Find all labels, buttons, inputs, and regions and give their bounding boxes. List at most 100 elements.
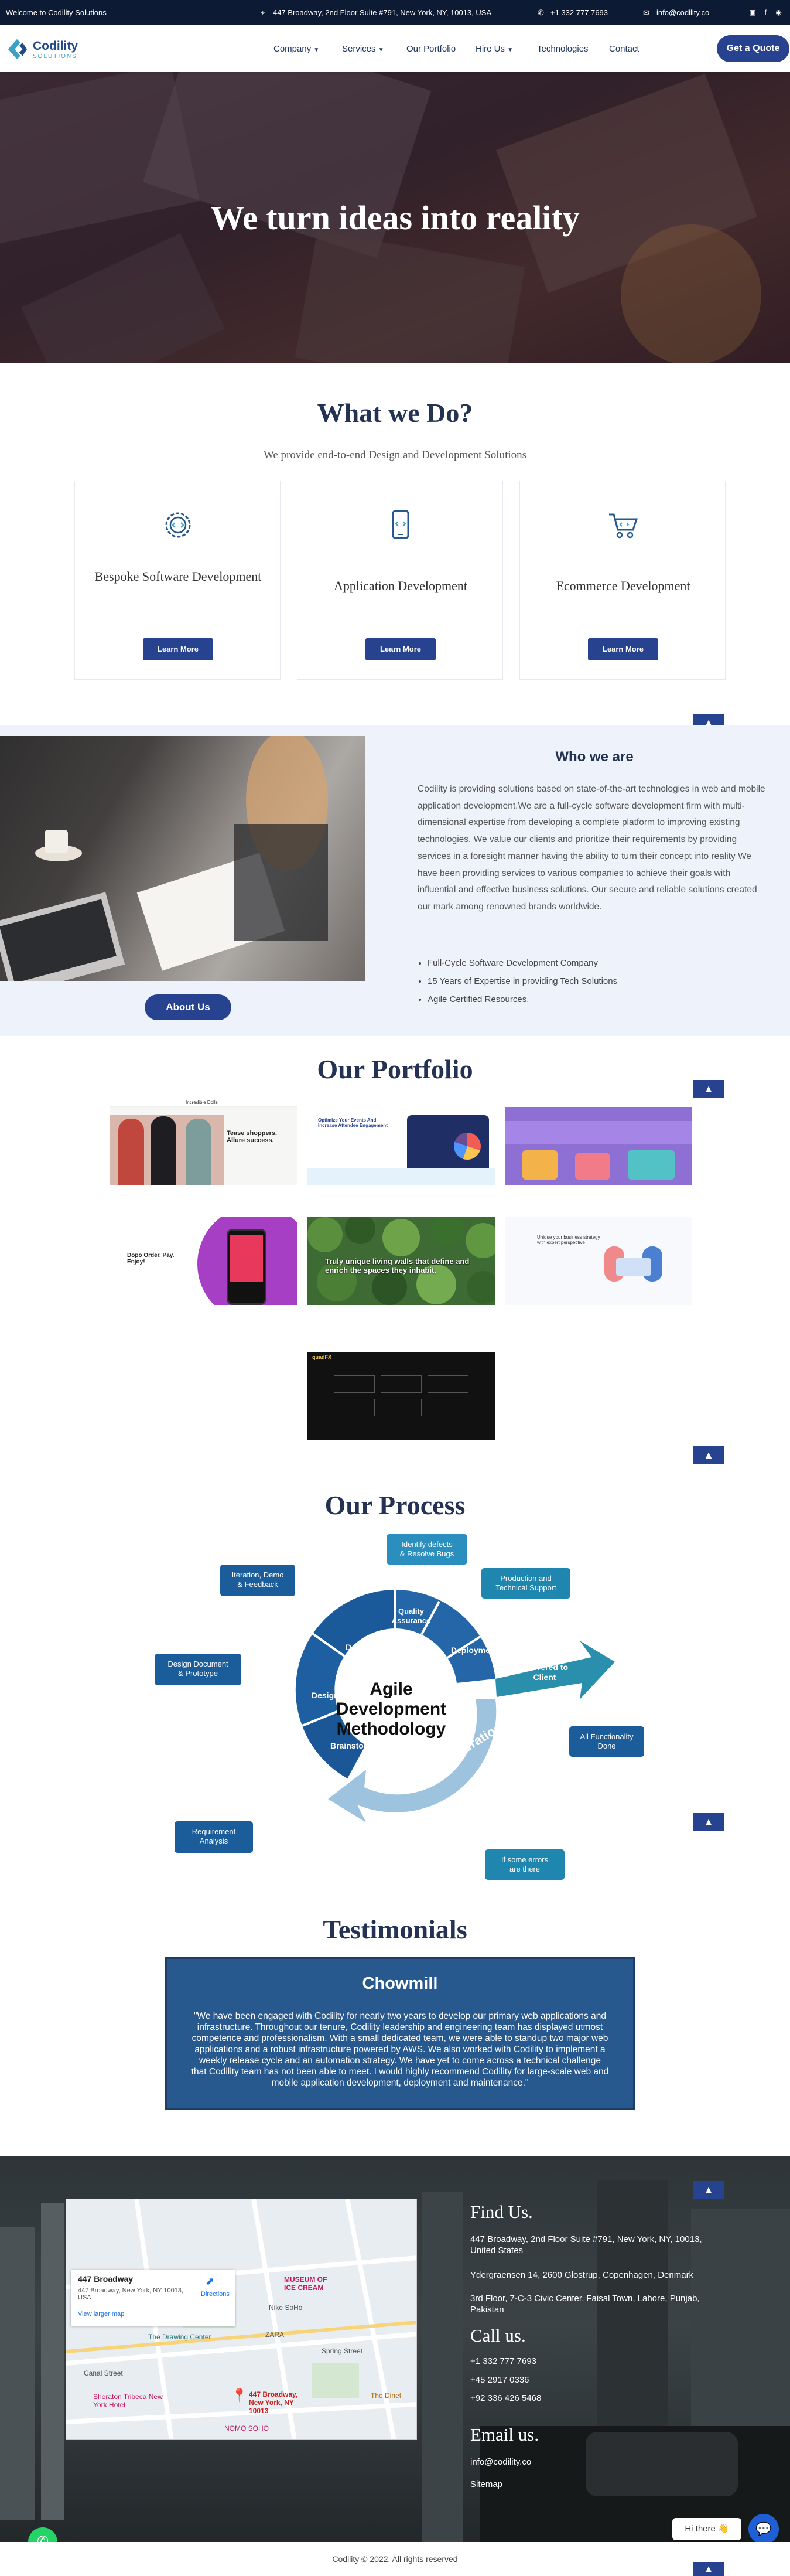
chat-bubble-icon[interactable]: 💬 [748,2514,779,2544]
map-place-address: 447 Broadway, New York, NY 10013, USA [78,2287,183,2301]
learn-more-button[interactable]: Learn More [143,638,213,660]
team-working-photo [0,736,365,981]
segment-development: Development [346,1643,397,1652]
portfolio-item-events[interactable]: Optimize Your Events And Increase Attend… [307,1098,495,1185]
footer-address-2: Ydergraensen 14, 2600 Glostrup, Copenhag… [470,2270,694,2280]
mobile-code-icon [392,510,409,539]
map-label: Sheraton Tribeca New York Hotel [93,2393,163,2409]
chevron-down-icon: ▼ [313,47,320,53]
nav-item-contact[interactable]: Contact [609,44,639,54]
footer-phone-1[interactable]: +1 332 777 7693 [470,2356,722,2367]
segment-deployment: Deployment [451,1645,498,1655]
location-icon: ⌖ [261,8,265,17]
who-we-are-text: Codility is providing solutions based on… [418,784,765,912]
larger-map-link[interactable]: View larger map [78,2311,124,2318]
service-card-application: Application Development Learn More [297,481,503,680]
directions-link[interactable]: Directions [201,2291,230,2298]
copyright-text: Codility © 2022. All rights reserved [332,2554,458,2564]
scroll-up-icon[interactable]: ▲ [693,1446,724,1464]
social-icons[interactable]: ▣ f ◉ ✦ [749,8,790,16]
who-we-are-list: Full-Cycle Software Development Company … [428,954,617,1008]
top-bar: Welcome to Codility Solutions ⌖ 447 Broa… [0,0,790,25]
callout-iteration: Iteration, Demo & Feedback [232,1570,284,1589]
map-label: MUSEUM OF ICE CREAM [284,2275,327,2292]
chevron-down-icon: ▼ [378,47,384,53]
footer-address-1: 447 Broadway, 2nd Floor Suite #791, New … [470,2234,702,2255]
learn-more-button[interactable]: Learn More [588,638,658,660]
service-card-title: Bespoke Software Development [94,569,262,584]
portfolio-item-dolls[interactable]: Incredible Dolls Tease shoppers. Allure … [110,1098,297,1185]
directions-icon[interactable]: ⬈ [206,2275,214,2288]
callout-defects: Identify defects & Resolve Bugs [400,1540,454,1558]
list-item: Agile Certified Resources. [428,990,617,1008]
email-link[interactable]: info@codility.co [656,8,709,17]
chat-greeting[interactable]: Hi there 👋 [672,2518,741,2540]
logo-mark-icon [8,39,28,60]
get-quote-button[interactable]: Get a Quote [717,35,789,62]
who-we-are-section: Who we are Codility is providing solutio… [0,725,790,1036]
portfolio-item-living-walls[interactable]: Truly unique living walls that define an… [307,1217,495,1305]
mail-icon: ✉ [643,8,649,17]
portfolio-item-dopo[interactable]: Dopo Order. Pay. Enjoy! [110,1217,297,1305]
cart-icon [609,513,638,539]
logo-tagline: SOLUTIONS [33,53,77,60]
nav-item-hire-us[interactable]: Hire Us ▼ [476,44,513,54]
learn-more-button[interactable]: Learn More [365,638,436,660]
segment-design: Design [312,1691,339,1700]
copyright-bar: Codility © 2022. All rights reserved [0,2542,790,2576]
google-map[interactable]: 447 Broadway 447 Broadway, New York, NY … [66,2199,417,2440]
testimonials-title: Testimonials [323,1914,467,1944]
map-pin-label: 447 Broadway, New York, NY 10013 [249,2390,298,2415]
map-label: ZARA [265,2330,285,2339]
segment-brainstorm: Brainstorm [330,1741,374,1750]
map-info-card: 447 Broadway 447 Broadway, New York, NY … [71,2270,235,2326]
codility-logo[interactable]: Codility SOLUTIONS [6,37,94,63]
services-title: What we Do? [317,398,473,428]
portfolio-item-strategy[interactable]: Unique your business strategy with exper… [505,1217,692,1305]
hero-title: We turn ideas into reality [210,199,580,237]
map-place-title: 447 Broadway [78,2274,134,2284]
map-label: The Drawing Center [148,2333,211,2341]
testimonial-quote: "We have been engaged with Codility for … [191,2011,609,2088]
portfolio-item-quadfx[interactable]: quadFX [307,1352,495,1440]
nav-item-portfolio[interactable]: Our Portfolio [406,44,456,54]
process-title: Our Process [324,1490,466,1520]
map-label: NOMO SOHO [224,2424,269,2432]
footer-phone-3[interactable]: +92 336 426 5468 [470,2393,722,2404]
chevron-down-icon: ▼ [507,47,514,53]
nav-item-technologies[interactable]: Technologies [537,44,589,54]
scroll-up-icon[interactable]: ▲ [693,2181,724,2199]
callout-production: Production and Technical Support [495,1574,556,1592]
portfolio-title: Our Portfolio [317,1054,473,1084]
services-subtitle: We provide end-to-end Design and Develop… [263,449,527,461]
map-label: Canal Street [84,2369,123,2377]
testimonial-author: Chowmill [362,1974,438,1993]
map-pin-icon[interactable]: 📍 [231,2388,247,2403]
main-navbar: Codility SOLUTIONS Company ▼ Services ▼ … [0,25,790,72]
map-label: Spring Street [322,2347,363,2355]
agile-process-diagram: Development Quality Assurance Deployment … [155,1534,644,1880]
map-label: The Dinet [371,2391,402,2400]
call-us-heading: Call us. [470,2325,526,2346]
hero-banner: We turn ideas into reality [0,72,790,363]
service-card-title: Ecommerce Development [556,578,690,593]
footer-phone-2[interactable]: +45 2917 0336 [470,2374,722,2386]
phone-link[interactable]: +1 332 777 7693 [550,8,608,17]
email-us-heading: Email us. [470,2424,539,2445]
sitemap-link[interactable]: Sitemap [470,2479,722,2490]
phone-icon: ✆ [538,8,544,17]
portfolio-item-marketing[interactable] [505,1098,692,1185]
service-card-ecommerce: Ecommerce Development Learn More [519,481,726,680]
footer-email[interactable]: info@codility.co [470,2456,722,2468]
list-item: Full-Cycle Software Development Company [428,954,617,972]
footer-address-3: 3rd Floor, 7-C-3 Civic Center, Faisal To… [470,2294,700,2315]
scroll-up-icon[interactable]: ▲ [693,1813,724,1831]
nav-item-services[interactable]: Services ▼ [342,44,384,54]
about-us-button[interactable]: About Us [145,994,231,1020]
logo-name: Codility [33,39,78,53]
service-card-title: Application Development [334,578,467,593]
scroll-up-icon[interactable]: ▲ [693,2562,724,2576]
address-link[interactable]: 447 Broadway, 2nd Floor Suite #791, New … [273,8,491,17]
nav-item-company[interactable]: Company ▼ [273,44,319,54]
scroll-up-icon[interactable]: ▲ [693,1080,724,1098]
